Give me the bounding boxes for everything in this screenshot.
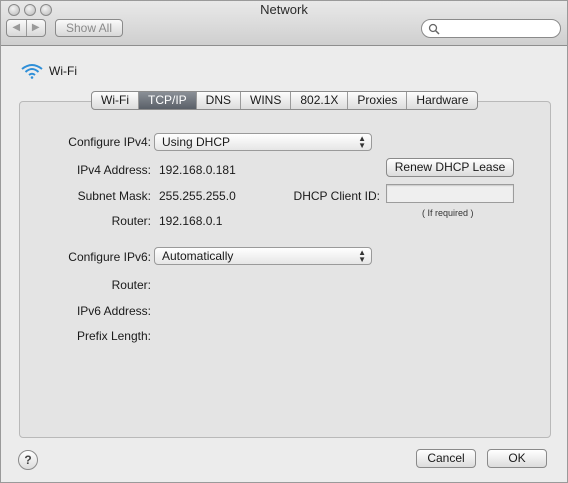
subnet-mask-value: 255.255.255.0 xyxy=(159,189,236,203)
interface-name: Wi-Fi xyxy=(49,64,77,78)
ipv4-router-value: 192.168.0.1 xyxy=(159,214,223,228)
configure-ipv6-value: Automatically xyxy=(162,249,234,263)
wifi-icon xyxy=(21,64,43,79)
ipv6-router-label: Router: xyxy=(111,278,151,292)
tab-wifi[interactable]: Wi-Fi xyxy=(92,92,139,109)
dhcp-client-id-field[interactable] xyxy=(386,184,514,203)
help-button[interactable]: ? xyxy=(18,450,38,470)
configure-ipv4-value: Using DHCP xyxy=(162,135,231,149)
dhcp-client-id-label: DHCP Client ID: xyxy=(293,189,380,203)
toolbar: Network ◀ ▶ Show All xyxy=(1,1,567,46)
subnet-mask-label: Subnet Mask: xyxy=(77,189,151,203)
search-icon xyxy=(428,23,440,35)
client-id-hint: ( If required ) xyxy=(422,208,474,218)
ipv4-address-value: 192.168.0.181 xyxy=(159,163,236,177)
tab-8021x[interactable]: 802.1X xyxy=(291,92,349,109)
configure-ipv4-popup[interactable]: Using DHCP ▲ ▼ xyxy=(154,133,372,151)
show-all-button[interactable]: Show All xyxy=(55,19,123,37)
tab-wins[interactable]: WINS xyxy=(241,92,292,109)
configure-ipv6-popup[interactable]: Automatically ▲ ▼ xyxy=(154,247,372,265)
tab-bar: Wi-Fi TCP/IP DNS WINS 802.1X Proxies Har… xyxy=(91,91,479,110)
configure-ipv6-label: Configure IPv6: xyxy=(68,250,151,264)
back-forward-control: ◀ ▶ xyxy=(6,19,46,37)
settings-panel xyxy=(19,101,551,438)
network-window: Network ◀ ▶ Show All Wi-Fi Wi-Fi TCP/IP … xyxy=(0,0,568,483)
ipv4-address-label: IPv4 Address: xyxy=(76,163,151,177)
renew-dhcp-lease-button[interactable]: Renew DHCP Lease xyxy=(386,158,514,177)
ipv6-address-label: IPv6 Address: xyxy=(76,304,151,318)
tab-dns[interactable]: DNS xyxy=(197,92,241,109)
prefix-length-label: Prefix Length: xyxy=(76,329,151,343)
popup-arrows-icon: ▲ ▼ xyxy=(358,134,366,150)
interface-header: Wi-Fi xyxy=(21,63,77,79)
popup-arrows-icon: ▲ ▼ xyxy=(358,248,366,264)
tab-tcpip[interactable]: TCP/IP xyxy=(138,92,197,109)
cancel-button[interactable]: Cancel xyxy=(416,449,476,468)
tab-hardware[interactable]: Hardware xyxy=(407,92,477,109)
tab-proxies[interactable]: Proxies xyxy=(348,92,408,109)
forward-arrow-icon[interactable]: ▶ xyxy=(27,20,46,36)
back-arrow-icon[interactable]: ◀ xyxy=(7,20,27,36)
window-title: Network xyxy=(260,2,308,17)
ipv4-router-label: Router: xyxy=(111,214,151,228)
ok-button[interactable]: OK xyxy=(487,449,547,468)
configure-ipv4-label: Configure IPv4: xyxy=(68,135,151,149)
search-field[interactable] xyxy=(421,19,561,38)
